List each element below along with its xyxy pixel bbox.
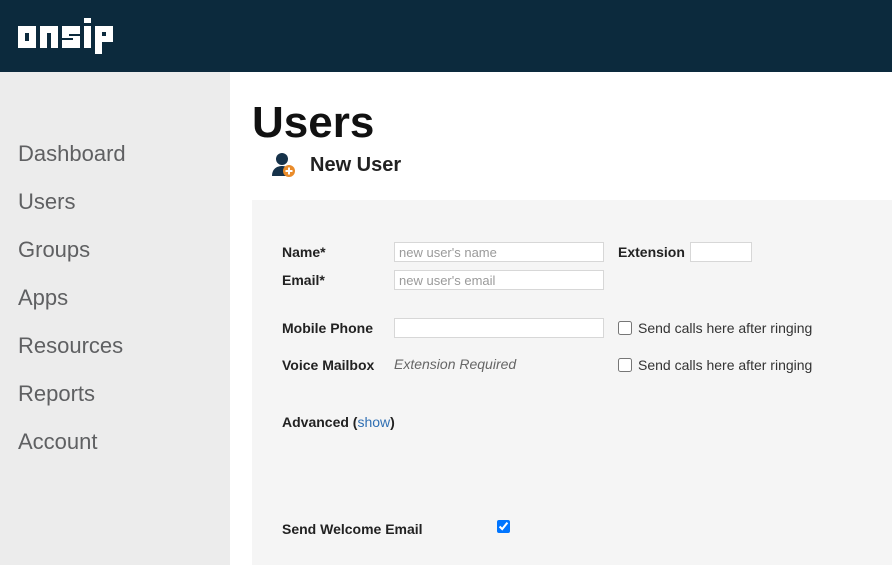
mobile-phone-input[interactable] (394, 318, 604, 338)
advanced-show-link[interactable]: show (357, 414, 390, 430)
voicemail-forward-label: Send calls here after ringing (638, 357, 812, 373)
extension-label: Extension (618, 244, 690, 260)
new-user-icon (270, 152, 296, 178)
main-content: Users New User Name* Extension (230, 72, 892, 565)
page-subtitle: New User (310, 154, 401, 177)
sidebar-item-dashboard[interactable]: Dashboard (0, 130, 220, 178)
email-input[interactable] (394, 270, 604, 290)
topbar (0, 0, 892, 72)
sidebar-item-resources[interactable]: Resources (0, 322, 220, 370)
extension-input[interactable] (690, 242, 752, 262)
page-title: Users (252, 98, 892, 148)
new-user-form: Name* Extension Email* Mobile Phone (252, 200, 892, 565)
sidebar-item-reports[interactable]: Reports (0, 370, 220, 418)
name-label: Name* (282, 244, 394, 260)
advanced-suffix: ) (390, 414, 395, 430)
email-label: Email* (282, 272, 394, 288)
name-input[interactable] (394, 242, 604, 262)
voice-mailbox-label: Voice Mailbox (282, 357, 394, 373)
advanced-toggle: Advanced (show) (282, 414, 395, 430)
send-welcome-email-label: Send Welcome Email (282, 521, 497, 537)
sidebar-item-groups[interactable]: Groups (0, 226, 220, 274)
voicemail-forward-checkbox[interactable] (618, 358, 632, 372)
brand-logo (18, 18, 134, 54)
advanced-prefix: Advanced ( (282, 414, 357, 430)
page-subheader: New User (270, 152, 892, 178)
mobile-forward-checkbox[interactable] (618, 321, 632, 335)
sidebar-item-account[interactable]: Account (0, 418, 220, 466)
send-welcome-email-checkbox[interactable] (497, 520, 510, 533)
mobile-forward-label: Send calls here after ringing (638, 320, 812, 336)
sidebar: Dashboard Users Groups Apps Resources Re… (0, 72, 230, 565)
sidebar-item-apps[interactable]: Apps (0, 274, 220, 322)
mobile-phone-label: Mobile Phone (282, 320, 394, 336)
sidebar-item-users[interactable]: Users (0, 178, 220, 226)
voice-mailbox-value: Extension Required (394, 356, 516, 372)
